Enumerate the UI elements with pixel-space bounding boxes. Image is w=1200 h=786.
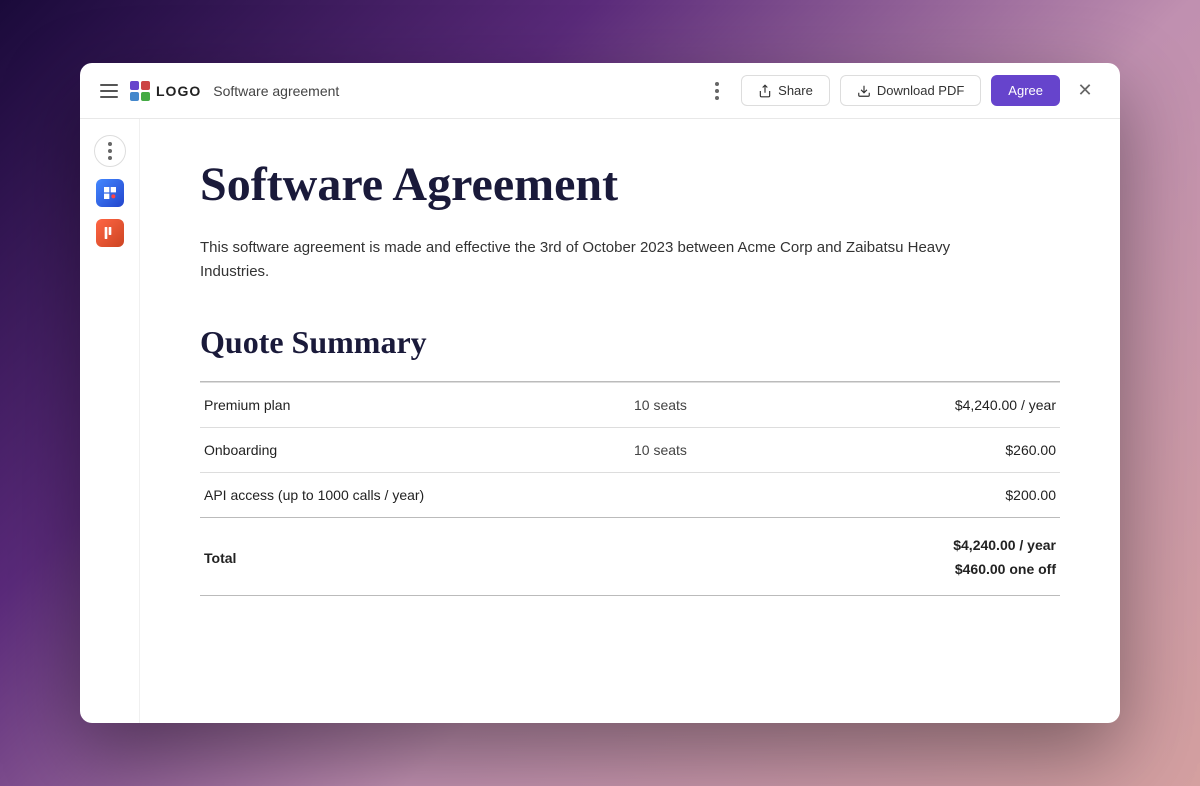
logo-icon [130,81,150,101]
download-icon [857,84,871,98]
total-row: Total $4,240.00 / year $460.00 one off [200,517,1060,596]
more-options-button[interactable] [703,77,731,105]
content-area: Software Agreement This software agreeme… [80,119,1120,723]
row-1-price: $4,240.00 / year [845,382,1060,427]
quote-table: Premium plan 10 seats $4,240.00 / year O… [200,381,1060,597]
document-main-title: Software Agreement [200,159,1060,212]
row-2-price: $260.00 [845,427,1060,472]
share-button[interactable]: Share [741,75,830,106]
document-title-header: Software agreement [213,83,339,99]
total-empty [630,517,845,596]
agree-button[interactable]: Agree [991,75,1060,106]
topbar-left: LOGO Software agreement [100,81,691,101]
topbar: LOGO Software agreement Share Download P… [80,63,1120,119]
row-2-quantity: 10 seats [630,427,845,472]
table-row: Premium plan 10 seats $4,240.00 / year [200,382,1060,427]
table-divider-bottom [200,596,1060,597]
document-intro: This software agreement is made and effe… [200,236,960,284]
topbar-right: Share Download PDF Agree ✕ [703,75,1100,106]
app-window: LOGO Software agreement Share Download P… [80,63,1120,723]
quote-summary-heading: Quote Summary [200,324,1060,361]
table-row: Onboarding 10 seats $260.00 [200,427,1060,472]
avatar-2 [96,219,124,247]
hamburger-icon[interactable] [100,84,118,98]
logo-text: LOGO [156,83,201,99]
sidebar-more-button[interactable] [94,135,126,167]
total-price: $4,240.00 / year $460.00 one off [845,517,1060,596]
row-3-name: API access (up to 1000 calls / year) [200,472,630,517]
close-button[interactable]: ✕ [1070,76,1100,106]
main-content: Software Agreement This software agreeme… [140,119,1120,723]
sidebar-strip [80,119,140,723]
row-1-name: Premium plan [200,382,630,427]
row-3-price: $200.00 [845,472,1060,517]
row-1-quantity: 10 seats [630,382,845,427]
avatar-1 [96,179,124,207]
download-pdf-button[interactable]: Download PDF [840,75,981,106]
share-icon [758,84,772,98]
row-3-quantity [630,472,845,517]
logo-container: LOGO [130,81,201,101]
table-row: API access (up to 1000 calls / year) $20… [200,472,1060,517]
total-label: Total [200,517,630,596]
row-2-name: Onboarding [200,427,630,472]
